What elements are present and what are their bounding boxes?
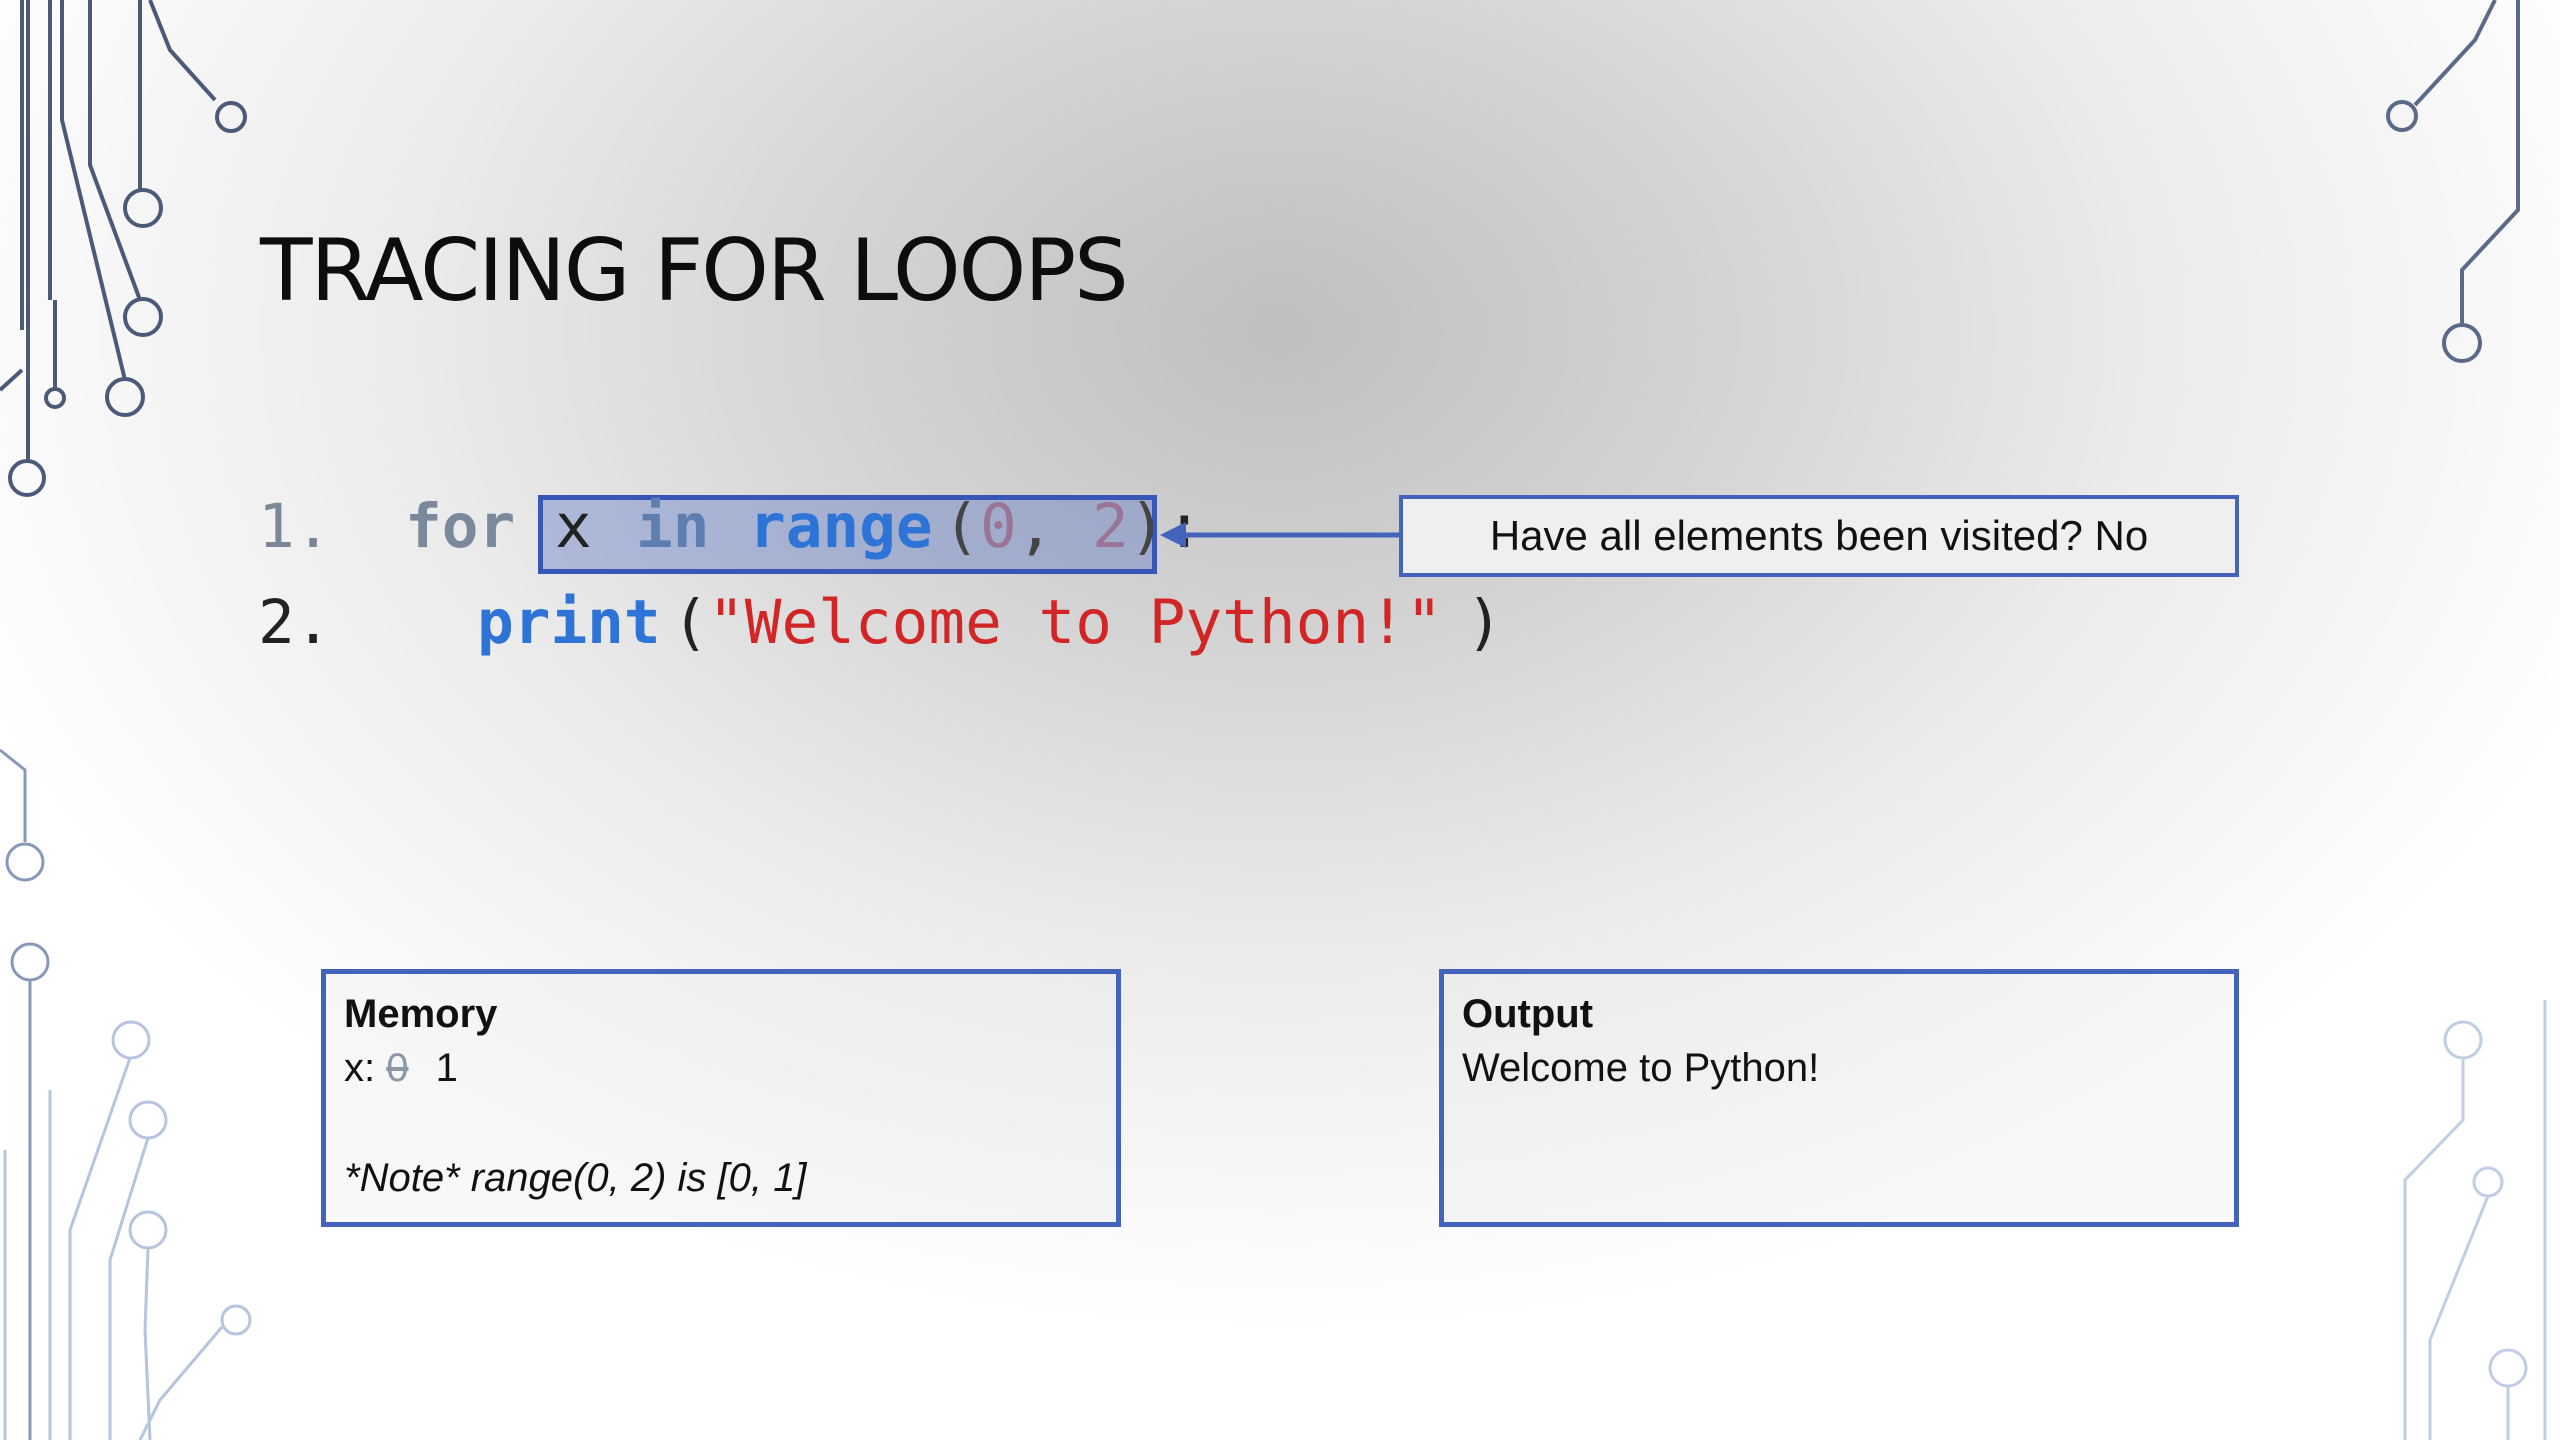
line-number-2: 2. (258, 587, 332, 658)
line-number-1: 1. (258, 491, 332, 562)
loop-variable: x (555, 491, 592, 562)
output-text: Welcome to Python! (1462, 1046, 1820, 1090)
output-title: Output (1462, 992, 1594, 1036)
range-open-paren: ( (943, 491, 980, 562)
print-function: print (477, 587, 661, 658)
range-close-paren: ) (1129, 491, 1166, 562)
memory-title: Memory (344, 992, 498, 1036)
range-note: *Note* range(0, 2) is [0, 1] (344, 1156, 807, 1200)
print-open-paren: ( (672, 587, 709, 658)
for-colon: : (1166, 491, 1203, 562)
memory-current-value: 1 (435, 1046, 458, 1090)
memory-variable-row: x: 0 1 (344, 1040, 1098, 1096)
code-line-1-condition: x in range ( 0 , 2 ) : (0, 487, 1203, 567)
memory-panel: Memory x: 0 1 *Note* range(0, 2) is [0, … (321, 969, 1121, 1227)
for-keyword: for (405, 491, 516, 562)
output-panel: Output Welcome to Python! (1439, 969, 2239, 1227)
code-line-2: 2. print ( "Welcome to Python!" ) (0, 583, 1503, 663)
print-string-literal: "Welcome to Python!" (708, 587, 1443, 658)
in-keyword: in (636, 491, 710, 562)
range-comma: , (1017, 491, 1054, 562)
loop-check-callout: Have all elements been visited? No (1399, 495, 2239, 577)
memory-variable-label: x: (344, 1046, 376, 1090)
range-arg-stop: 2 (1092, 491, 1129, 562)
range-arg-start: 0 (980, 491, 1017, 562)
slide-title: TRACING FOR LOOPS (260, 221, 1129, 321)
range-function: range (749, 491, 933, 562)
print-close-paren: ) (1466, 587, 1503, 658)
memory-old-value: 0 (386, 1046, 409, 1090)
